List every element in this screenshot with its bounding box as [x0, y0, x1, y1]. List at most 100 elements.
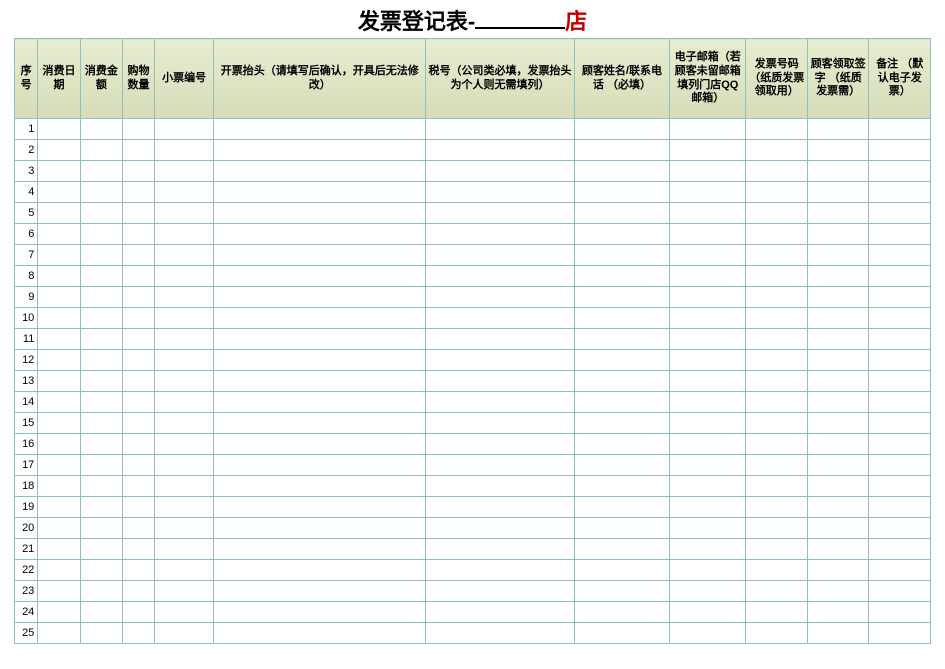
empty-cell [869, 371, 931, 392]
empty-cell [869, 455, 931, 476]
empty-cell [574, 518, 669, 539]
empty-cell [746, 434, 807, 455]
empty-cell [574, 413, 669, 434]
empty-cell [670, 161, 746, 182]
empty-cell [869, 497, 931, 518]
empty-cell [80, 476, 122, 497]
invoice-register-table: 序号 消费日期 消费金额 购物数量 小票编号 开票抬头（请填写后确认，开具后无法… [14, 38, 931, 644]
empty-cell [123, 455, 155, 476]
empty-cell [807, 203, 868, 224]
empty-cell [670, 539, 746, 560]
empty-cell [80, 308, 122, 329]
empty-cell [123, 308, 155, 329]
empty-cell [807, 182, 868, 203]
empty-cell [214, 245, 426, 266]
table-row: 12 [15, 350, 931, 371]
empty-cell [426, 119, 574, 140]
empty-cell [670, 350, 746, 371]
empty-cell [670, 518, 746, 539]
col-invoice-no: 发票号码（纸质发票领取用） [746, 39, 807, 119]
row-number-cell: 5 [15, 203, 38, 224]
table-row: 3 [15, 161, 931, 182]
empty-cell [869, 518, 931, 539]
table-row: 2 [15, 140, 931, 161]
row-number-cell: 17 [15, 455, 38, 476]
empty-cell [80, 266, 122, 287]
empty-cell [869, 602, 931, 623]
empty-cell [426, 287, 574, 308]
empty-cell [123, 623, 155, 644]
empty-cell [154, 413, 213, 434]
empty-cell [426, 308, 574, 329]
empty-cell [214, 518, 426, 539]
empty-cell [214, 371, 426, 392]
col-invoice-title: 开票抬头（请填写后确认，开具后无法修改） [214, 39, 426, 119]
empty-cell [670, 413, 746, 434]
empty-cell [670, 560, 746, 581]
empty-cell [154, 518, 213, 539]
empty-cell [574, 182, 669, 203]
empty-cell [574, 329, 669, 350]
empty-cell [746, 455, 807, 476]
empty-cell [746, 497, 807, 518]
empty-cell [80, 371, 122, 392]
empty-cell [807, 476, 868, 497]
empty-cell [214, 602, 426, 623]
table-row: 8 [15, 266, 931, 287]
empty-cell [746, 203, 807, 224]
empty-cell [426, 161, 574, 182]
empty-cell [214, 224, 426, 245]
empty-cell [123, 350, 155, 371]
row-number-cell: 13 [15, 371, 38, 392]
empty-cell [807, 224, 868, 245]
empty-cell [154, 266, 213, 287]
empty-cell [80, 329, 122, 350]
empty-cell [426, 476, 574, 497]
empty-cell [869, 203, 931, 224]
empty-cell [670, 329, 746, 350]
col-qty: 购物数量 [123, 39, 155, 119]
empty-cell [38, 581, 80, 602]
empty-cell [670, 308, 746, 329]
empty-cell [746, 161, 807, 182]
empty-cell [807, 623, 868, 644]
empty-cell [574, 287, 669, 308]
empty-cell [869, 266, 931, 287]
empty-cell [807, 413, 868, 434]
empty-cell [426, 371, 574, 392]
empty-cell [38, 140, 80, 161]
empty-cell [123, 434, 155, 455]
empty-cell [574, 539, 669, 560]
empty-cell [574, 497, 669, 518]
empty-cell [154, 287, 213, 308]
empty-cell [214, 392, 426, 413]
empty-cell [214, 203, 426, 224]
empty-cell [746, 224, 807, 245]
empty-cell [807, 581, 868, 602]
col-date: 消费日期 [38, 39, 80, 119]
row-number-cell: 22 [15, 560, 38, 581]
col-amount: 消费金额 [80, 39, 122, 119]
empty-cell [574, 434, 669, 455]
empty-cell [869, 161, 931, 182]
empty-cell [869, 308, 931, 329]
empty-cell [807, 497, 868, 518]
table-row: 4 [15, 182, 931, 203]
col-sign: 顾客领取签字 （纸质发票需） [807, 39, 868, 119]
empty-cell [38, 539, 80, 560]
empty-cell [80, 623, 122, 644]
row-number-cell: 23 [15, 581, 38, 602]
empty-cell [426, 224, 574, 245]
empty-cell [154, 581, 213, 602]
row-number-cell: 7 [15, 245, 38, 266]
empty-cell [807, 602, 868, 623]
table-row: 18 [15, 476, 931, 497]
empty-cell [38, 413, 80, 434]
empty-cell [154, 623, 213, 644]
row-number-cell: 16 [15, 434, 38, 455]
empty-cell [869, 560, 931, 581]
empty-cell [869, 476, 931, 497]
row-number-cell: 24 [15, 602, 38, 623]
empty-cell [38, 266, 80, 287]
empty-cell [123, 518, 155, 539]
